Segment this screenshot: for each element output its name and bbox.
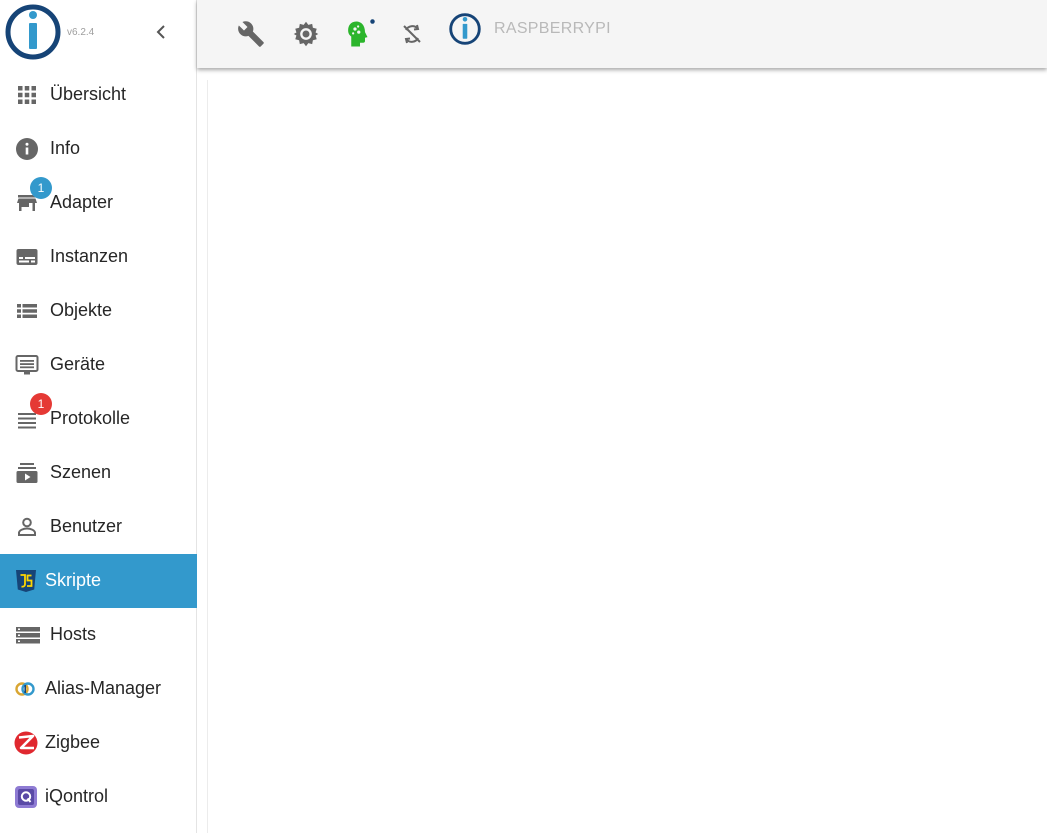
grid-icon (18, 86, 36, 104)
sidebar-item-label: Szenen (50, 462, 112, 482)
view-list-icon (17, 304, 37, 318)
sidebar-item-instanzen[interactable]: Instanzen (0, 230, 197, 284)
person-icon (18, 517, 36, 536)
sidebar-item-label: Protokolle (50, 408, 131, 428)
sidebar-item-geraete[interactable]: Geräte (0, 338, 197, 392)
sidebar-item-info[interactable]: Info (0, 122, 197, 176)
sidebar-item-iqontrol[interactable]: iQontrol (0, 770, 197, 824)
sidebar-item-label: Hosts (50, 624, 97, 644)
sidebar-item-objekte[interactable]: Objekte (0, 284, 197, 338)
host-logo-button[interactable] (449, 13, 481, 45)
monitor-icon (15, 355, 39, 375)
sidebar-item-hosts[interactable]: Hosts (0, 608, 197, 662)
chevron-left-icon (156, 25, 165, 39)
host-name: RASPBERRYPI (494, 20, 611, 37)
sidebar-header: v6.2.4 (0, 0, 196, 68)
log-count-badge: 1 (30, 393, 52, 415)
sidebar-item-label: Skripte (45, 570, 102, 590)
wrench-icon (238, 21, 264, 47)
app-version: v6.2.4 (67, 27, 95, 38)
subscriptions-icon (16, 463, 38, 483)
sidebar-item-adapter[interactable]: Adapter 1 (0, 176, 197, 230)
subtitles-icon (16, 249, 38, 265)
sidebar: v6.2.4 Übersicht Info Adapter 1 Instanze… (0, 0, 197, 833)
sidebar-item-label: Instanzen (50, 246, 129, 266)
alias-rings-icon (15, 682, 35, 696)
sidebar-item-label: Benutzer (50, 516, 123, 536)
sidebar-item-skripte[interactable]: Skripte (0, 554, 197, 608)
sidebar-item-szenen[interactable]: Szenen (0, 446, 197, 500)
top-toolbar: RASPBERRYPI (197, 0, 1047, 68)
collapse-sidebar-button[interactable] (150, 20, 172, 44)
sidebar-item-label: Zigbee (45, 732, 101, 752)
settings-wrench-button[interactable] (235, 18, 267, 50)
sidebar-item-uebersicht[interactable]: Übersicht (0, 68, 197, 122)
sidebar-item-protokolle[interactable]: Protokolle 1 (0, 392, 197, 446)
iqontrol-icon (15, 786, 37, 808)
discovery-button[interactable] (344, 18, 376, 50)
iobroker-logo-icon (449, 13, 481, 45)
sidebar-item-label: Info (50, 138, 81, 158)
settings-gear-icon (293, 21, 319, 47)
sidebar-item-label: Alias-Manager (45, 678, 162, 698)
system-settings-button[interactable] (290, 18, 322, 50)
sidebar-item-zigbee[interactable]: Zigbee (0, 716, 197, 770)
sync-toggle-button[interactable] (396, 18, 428, 50)
info-icon (16, 138, 38, 160)
sidebar-item-label: Geräte (50, 354, 106, 374)
sidebar-item-label: Adapter (50, 192, 114, 212)
update-count-badge: 1 (30, 177, 52, 199)
sync-disabled-icon (403, 24, 421, 44)
javascript-icon (16, 570, 36, 592)
sidebar-item-label: Objekte (50, 300, 113, 320)
sidebar-item-benutzer[interactable]: Benutzer (0, 500, 197, 554)
sidebar-item-alias-manager[interactable]: Alias-Manager (0, 662, 197, 716)
sidebar-item-label: Übersicht (50, 84, 127, 104)
storage-icon (16, 627, 40, 644)
zigbee-icon (14, 731, 38, 755)
discovery-head-icon (348, 19, 375, 47)
sidebar-item-label: iQontrol (45, 786, 109, 806)
iobroker-logo-icon[interactable] (5, 4, 61, 60)
main-content-area (207, 80, 1047, 833)
